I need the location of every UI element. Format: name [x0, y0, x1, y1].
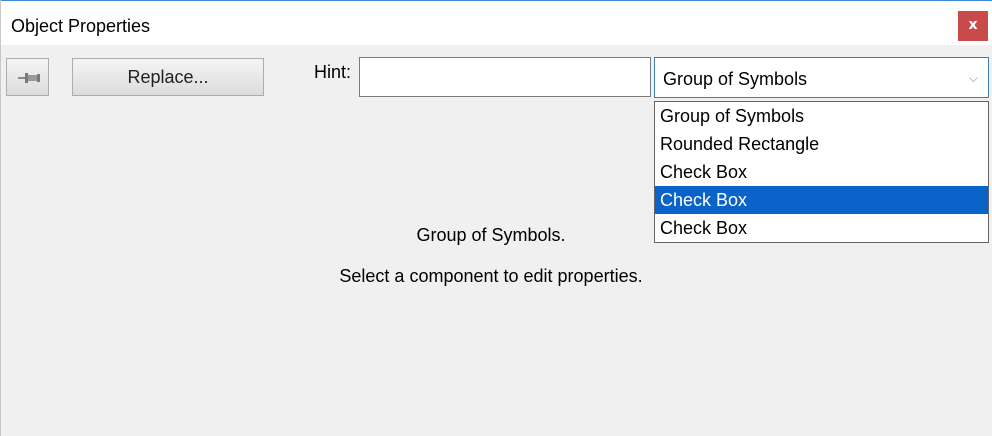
- dropdown-option[interactable]: Rounded Rectangle: [655, 130, 988, 158]
- component-type-message: Group of Symbols.: [416, 225, 566, 245]
- dropdown-option-highlighted[interactable]: Check Box: [655, 186, 988, 214]
- close-button[interactable]: x: [958, 11, 988, 41]
- dropdown-option[interactable]: Check Box: [655, 158, 988, 186]
- window-title: Object Properties: [11, 16, 151, 36]
- pin-button[interactable]: [6, 58, 49, 96]
- hint-label: Hint:: [314, 62, 352, 82]
- component-dropdown-list: Group of Symbols Rounded Rectangle Check…: [654, 101, 989, 243]
- instruction-message: Select a component to edit properties.: [339, 266, 643, 286]
- pushpin-icon: [18, 73, 40, 83]
- title-bar: Object Properties x: [1, 1, 992, 45]
- hint-input[interactable]: [359, 57, 651, 97]
- component-select[interactable]: Group of Symbols ⌵: [654, 57, 989, 98]
- replace-button[interactable]: Replace...: [72, 58, 264, 96]
- chevron-down-icon: ⌵: [968, 71, 978, 85]
- component-select-value: Group of Symbols: [663, 69, 808, 89]
- dropdown-option[interactable]: Group of Symbols: [655, 102, 988, 130]
- object-properties-window: Object Properties x Replace... Hint: Gro…: [0, 0, 992, 436]
